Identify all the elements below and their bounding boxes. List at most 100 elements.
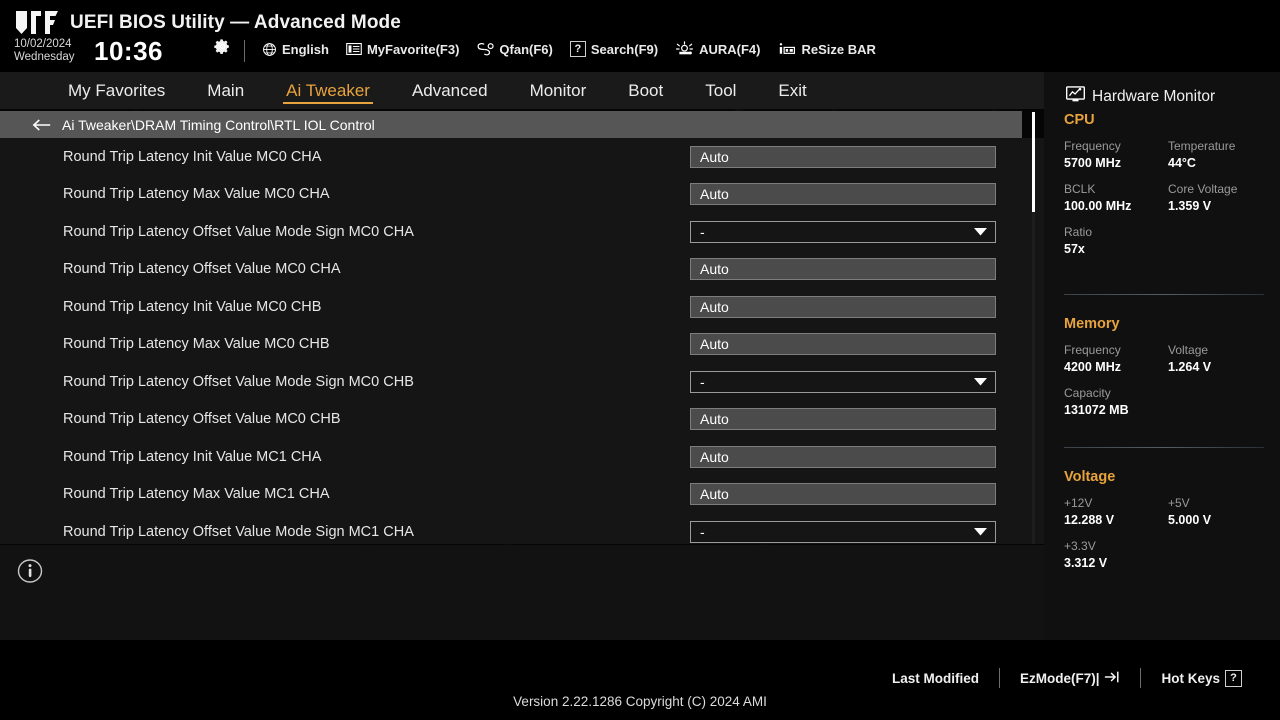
hw-section-divider [1064,447,1264,448]
setting-dropdown[interactable]: - [690,520,996,543]
info-icon[interactable] [17,558,43,584]
setting-label: Round Trip Latency Offset Value MC0 CHB [63,411,341,428]
search-button[interactable]: ? Search(F9) [569,41,658,57]
setting-row[interactable]: Round Trip Latency Offset Value MC0 CHA A… [0,251,1044,289]
chevron-down-icon [974,527,987,536]
language-button[interactable]: English [262,42,329,57]
setting-value: Auto [700,486,729,503]
clock-display: 10:36 [94,36,163,66]
setting-label: Round Trip Latency Offset Value Mode Sig… [63,373,414,390]
hw-section-divider [1064,294,1264,295]
hw-readout-value: 100.00 MHz [1064,199,1132,213]
hw-section-title: CPU [1064,112,1095,128]
setting-row[interactable]: Round Trip Latency Max Value MC0 CHA Auto [0,176,1044,214]
setting-value-field[interactable]: Auto [690,258,996,281]
setting-row[interactable]: Round Trip Latency Offset Value Mode Sig… [0,363,1044,401]
hw-readout-key: Ratio [1064,225,1093,239]
setting-label: Round Trip Latency Max Value MC0 CHB [63,336,330,353]
scrollbar-track[interactable] [1032,112,1035,544]
monitor-icon [1066,86,1085,107]
myfavorite-icon [346,42,362,56]
hw-readout-value: 5700 MHz [1064,156,1121,170]
qfan-icon [476,42,495,57]
hw-readout-value: 12.288 V [1064,513,1115,527]
hw-readout: Frequency 4200 MHz [1064,343,1168,375]
setting-value-field[interactable]: Auto [690,408,996,431]
setting-row[interactable]: Round Trip Latency Init Value MC0 CHA Aut… [0,138,1044,176]
question-box-icon: ? [1225,669,1242,687]
hw-readout: +3.3V 3.312 V [1064,539,1168,571]
chevron-down-icon [974,227,987,236]
tab-ai-tweaker[interactable]: Ai Tweaker [265,72,391,109]
qfan-button[interactable]: Qfan(F6) [476,42,553,57]
hw-section-cpu: CPU Frequency 5700 MHz Temperature 44°C BCLK 1… [1064,112,1270,257]
hw-readout-value: 1.264 V [1168,360,1212,374]
setting-value: Auto [700,186,729,203]
tab-tool[interactable]: Tool [684,72,757,109]
hw-readout: +5V 5.000 V [1168,496,1270,528]
gear-icon[interactable] [214,38,231,55]
setting-row[interactable]: Round Trip Latency Init Value MC0 CHB Aut… [0,288,1044,326]
setting-label: Round Trip Latency Max Value MC0 CHA [63,186,330,203]
hw-readout-key: Core Voltage [1168,182,1238,196]
tab-list: My Favorites Main Ai Tweaker Advanced Monito… [47,72,828,109]
hw-section-voltage: Voltage +12V 12.288 V +5V 5.000 V +3.3V 3.312 … [1064,469,1270,571]
setting-label: Round Trip Latency Max Value MC1 CHA [63,486,330,503]
bios-screen: UEFI BIOS Utility — Advanced Mode 10/02/… [0,0,1280,720]
hw-readout-key: Frequency [1064,343,1121,357]
last-modified-button[interactable]: Last Modified [872,671,999,686]
tab-main[interactable]: Main [186,72,265,109]
setting-row[interactable]: Round Trip Latency Max Value MC0 CHB Auto [0,326,1044,364]
setting-value-field[interactable]: Auto [690,333,996,356]
hw-readout-value: 1.359 V [1168,199,1212,213]
setting-dropdown[interactable]: - [690,370,996,393]
myfavorite-label: MyFavorite(F3) [366,41,460,57]
ezmode-button[interactable]: EzMode(F7)| [1000,670,1141,687]
tab-exit[interactable]: Exit [757,72,827,109]
hw-readout-value: 4200 MHz [1064,360,1121,374]
tab-monitor[interactable]: Monitor [509,72,608,109]
myfavorite-button[interactable]: MyFavorite(F3) [346,42,459,57]
setting-value-field[interactable]: Auto [690,483,996,506]
setting-dropdown[interactable]: - [690,220,996,243]
setting-row[interactable]: Round Trip Latency Offset Value Mode Sig… [0,213,1044,251]
globe-icon [262,42,277,57]
setting-value-field[interactable]: Auto [690,183,996,206]
hw-readout-grid: Frequency 5700 MHz Temperature 44°C BCLK 100.… [1064,139,1270,257]
tab-boot[interactable]: Boot [607,72,684,109]
footer-links: Last Modified EzMode(F7)| Hot Keys ? [872,668,1262,688]
setting-value-field[interactable]: Auto [690,445,996,468]
tab-my-favorites[interactable]: My Favorites [47,72,186,109]
date-display: 10/02/2024 Wednesday [14,38,75,63]
hw-readout: Voltage 1.264 V [1168,343,1270,375]
setting-row[interactable]: Round Trip Latency Offset Value MC0 CHB A… [0,401,1044,439]
setting-value-field[interactable]: Auto [690,145,996,168]
setting-value: Auto [700,148,729,165]
aura-button[interactable]: AURA(F4) [675,41,760,57]
hw-readout-key: Voltage [1168,343,1209,357]
tab-advanced[interactable]: Advanced [391,72,509,109]
exit-arrow-icon [1104,670,1120,687]
hw-readout: Temperature 44°C [1168,139,1270,171]
hw-readout-value: 57x [1064,242,1085,256]
hw-section-title: Voltage [1064,469,1116,485]
hw-readout: Capacity 131072 MB [1064,386,1168,418]
setting-row[interactable]: Round Trip Latency Max Value MC1 CHA Auto [0,476,1044,514]
hardware-monitor-panel: Hardware Monitor CPU Frequency 5700 MHz Tem… [1044,72,1280,640]
setting-value-field[interactable]: Auto [690,295,996,318]
hardware-monitor-title: Hardware Monitor [1066,86,1215,107]
last-modified-label: Last Modified [891,670,979,686]
header-bar: UEFI BIOS Utility — Advanced Mode 10/02/… [0,0,1280,72]
hotkeys-button[interactable]: Hot Keys ? [1141,669,1262,687]
back-arrow-icon[interactable] [32,117,52,133]
hw-readout-value: 44°C [1168,156,1196,170]
hw-section-title: Memory [1064,316,1120,332]
hw-readout-grid: +12V 12.288 V +5V 5.000 V +3.3V 3.312 V [1064,496,1270,571]
resize-bar-icon [777,41,796,57]
setting-row[interactable]: Round Trip Latency Offset Value Mode Sig… [0,513,1044,544]
scrollbar-thumb[interactable] [1032,112,1035,212]
weekday-value: Wednesday [14,50,75,63]
setting-row[interactable]: Round Trip Latency Init Value MC1 CHA Aut… [0,438,1044,476]
resize-bar-button[interactable]: ReSize BAR [777,41,876,57]
header-tools: English MyFavorite(F3) Qfan(F6) ? Search… [262,41,876,57]
